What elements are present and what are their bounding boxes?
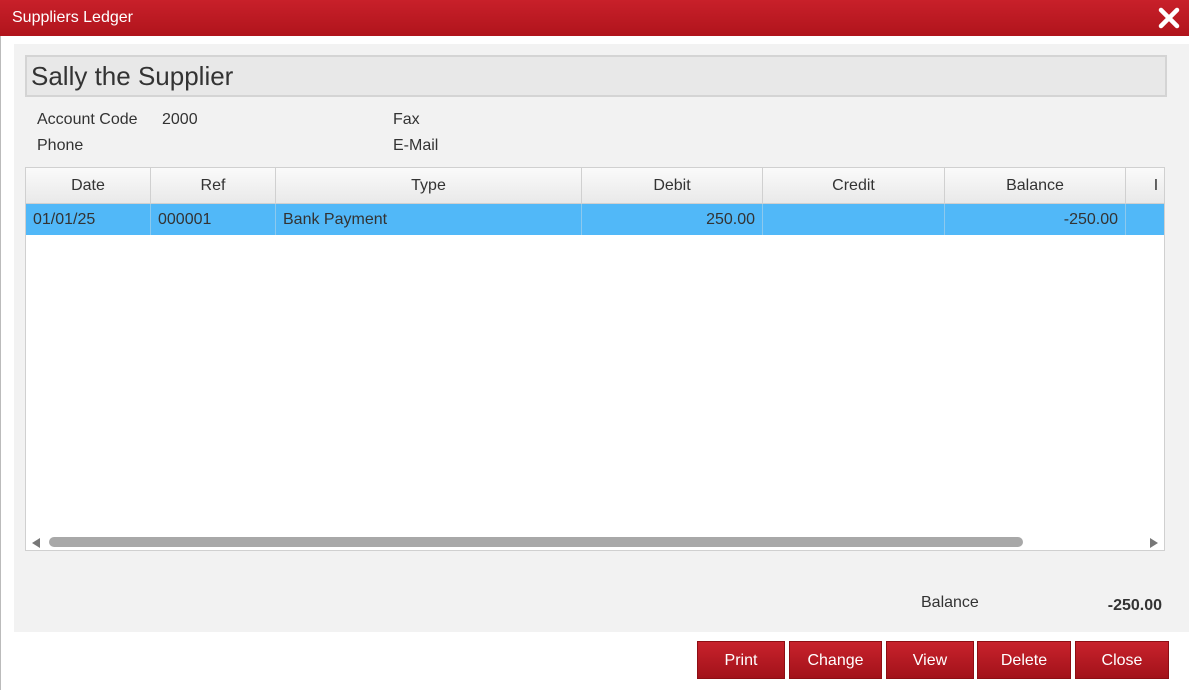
balance-value: -250.00	[1107, 597, 1162, 614]
header-credit[interactable]: Credit	[763, 168, 945, 204]
email-label: E-Mail	[393, 137, 439, 154]
close-icon[interactable]	[1157, 6, 1181, 30]
header-ref[interactable]: Ref	[151, 168, 276, 204]
phone-label: Phone	[37, 137, 84, 154]
horizontal-scrollbar[interactable]	[26, 533, 1164, 550]
header-type[interactable]: Type	[276, 168, 582, 204]
header-extra[interactable]: I	[1126, 168, 1164, 204]
close-button[interactable]: Close	[1075, 641, 1169, 679]
balance-label: Balance	[921, 594, 979, 611]
window-title: Suppliers Ledger	[12, 9, 133, 26]
table-header: Date Ref Type Debit Credit Balance I	[26, 168, 1164, 204]
header-balance[interactable]: Balance	[945, 168, 1126, 204]
cell-extra	[1126, 204, 1164, 235]
scroll-left-icon[interactable]	[32, 538, 40, 548]
cell-ref: 000001	[151, 204, 276, 235]
fax-label: Fax	[393, 111, 420, 128]
account-code-value: 2000	[162, 111, 198, 128]
account-code-label: Account Code	[37, 111, 138, 128]
header-date[interactable]: Date	[26, 168, 151, 204]
cell-credit	[763, 204, 945, 235]
cell-date: 01/01/25	[26, 204, 151, 235]
supplier-name: Sally the Supplier	[25, 55, 1167, 97]
header-debit[interactable]: Debit	[582, 168, 763, 204]
ledger-table: Date Ref Type Debit Credit Balance I 01/…	[25, 167, 1165, 551]
cell-type: Bank Payment	[276, 204, 582, 235]
view-button[interactable]: View	[886, 641, 974, 679]
print-button[interactable]: Print	[697, 641, 785, 679]
delete-button[interactable]: Delete	[977, 641, 1071, 679]
window-border	[0, 36, 1, 690]
scroll-right-icon[interactable]	[1150, 538, 1158, 548]
window-titlebar: Suppliers Ledger	[0, 0, 1189, 36]
cell-debit: 250.00	[582, 204, 763, 235]
table-row[interactable]: 01/01/25 000001 Bank Payment 250.00 -250…	[26, 204, 1164, 235]
change-button[interactable]: Change	[789, 641, 882, 679]
cell-balance: -250.00	[945, 204, 1126, 235]
scrollbar-thumb[interactable]	[49, 537, 1023, 547]
